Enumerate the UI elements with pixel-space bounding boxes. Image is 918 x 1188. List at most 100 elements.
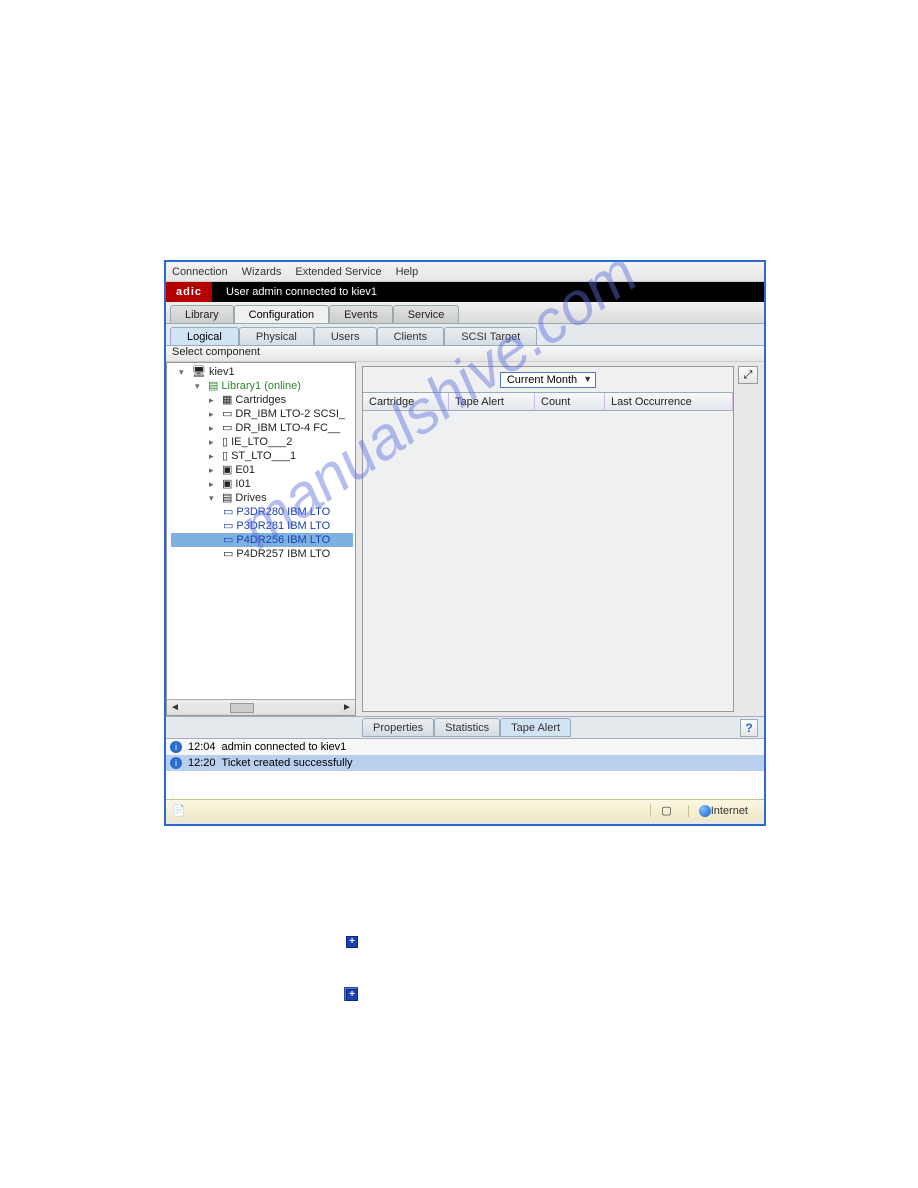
status-doc-icon: 📄	[172, 804, 186, 817]
title-bar: adic User admin connected to kiev1	[166, 282, 764, 302]
tape-icon: ▭	[223, 533, 233, 547]
grid-header-row: Cartridge Tape Alert Count Last Occurren…	[363, 393, 733, 411]
main-split: ▾ 🖥 kiev1 ▾ ▤ Library1 (online) ▸ ▦ Cart…	[166, 362, 764, 716]
status-zone: Internet	[688, 805, 758, 817]
tab-scsi-target[interactable]: SCSI Target	[444, 327, 537, 345]
library-icon: ▤	[208, 379, 218, 393]
menu-extended-service[interactable]: Extended Service	[295, 266, 381, 278]
side-buttons: ⤢	[738, 366, 760, 712]
tape-icon: ▭	[223, 547, 233, 561]
drive-icon: ▭	[222, 407, 232, 421]
period-dropdown[interactable]: Current Month	[500, 372, 596, 388]
scroll-left-arrow[interactable]: ◄	[167, 702, 183, 713]
tab-service[interactable]: Service	[393, 305, 460, 323]
log-time: 12:04	[188, 741, 216, 753]
expand-icon[interactable]: ▾	[209, 491, 219, 505]
tab-clients[interactable]: Clients	[377, 327, 445, 345]
tree-item-label: Drives	[235, 491, 266, 505]
expand-icon[interactable]: ▸	[209, 477, 219, 491]
tree-cartridges[interactable]: ▸ ▦ Cartridges	[171, 393, 353, 407]
tree-item-label: DR_IBM LTO-4 FC__	[235, 421, 340, 435]
expand-icon[interactable]: ▸	[209, 435, 219, 449]
scroll-track[interactable]	[183, 703, 339, 713]
tree-drives[interactable]: ▾ ▤ Drives	[171, 491, 353, 505]
tree-drive-0[interactable]: ▭ P3DR280 IBM LTO	[171, 505, 353, 519]
tab-events[interactable]: Events	[329, 305, 393, 323]
tree-drive-2-selected[interactable]: ▭ P4DR256 IBM LTO	[171, 533, 353, 547]
tree-library[interactable]: ▾ ▤ Library1 (online)	[171, 379, 353, 393]
expand-icon[interactable]: ▾	[195, 379, 205, 393]
tab-tape-alert[interactable]: Tape Alert	[500, 718, 571, 737]
expand-icon[interactable]: ▸	[209, 463, 219, 477]
app-window: Connection Wizards Extended Service Help…	[164, 260, 766, 826]
tree-ie-lto[interactable]: ▸ ▯ IE_LTO___2	[171, 435, 353, 449]
scroll-right-arrow[interactable]: ►	[339, 702, 355, 713]
tree-i01[interactable]: ▸ ▣ I01	[171, 477, 353, 491]
node-icon: ▣	[222, 463, 232, 477]
help-button[interactable]: ?	[740, 719, 758, 737]
brand-logo: adic	[166, 282, 212, 302]
log-text: admin connected to kiev1	[222, 741, 347, 753]
slot-icon: ▯	[222, 435, 228, 449]
tree-item-label: E01	[235, 463, 255, 477]
info-icon: i	[170, 741, 182, 753]
drives-icon: ▤	[222, 491, 232, 505]
server-icon: 🖥	[192, 365, 206, 379]
menu-connection[interactable]: Connection	[172, 266, 228, 278]
add-multiple-icon: +	[346, 984, 362, 1000]
tree-st-lto[interactable]: ▸ ▯ ST_LTO___1	[171, 449, 353, 463]
tab-properties[interactable]: Properties	[362, 718, 434, 737]
tab-users[interactable]: Users	[314, 327, 377, 345]
select-component-label: Select component	[166, 346, 764, 362]
title-message: User admin connected to kiev1	[226, 286, 377, 298]
menu-wizards[interactable]: Wizards	[242, 266, 282, 278]
expand-icon[interactable]: ▸	[209, 449, 219, 463]
tab-logical[interactable]: Logical	[170, 327, 239, 345]
tape-icon: ▭	[223, 505, 233, 519]
detail-tabs-bar: Properties Statistics Tape Alert ?	[166, 716, 764, 738]
tape-icon: ▭	[223, 519, 233, 533]
expand-icon[interactable]: ▾	[179, 365, 189, 379]
tab-library[interactable]: Library	[170, 305, 234, 323]
tree-drive-3[interactable]: ▭ P4DR257 IBM LTO	[171, 547, 353, 561]
tab-configuration[interactable]: Configuration	[234, 305, 329, 323]
menubar: Connection Wizards Extended Service Help	[166, 262, 764, 282]
tree-dr-lto2[interactable]: ▸ ▭ DR_IBM LTO-2 SCSI_	[171, 407, 353, 421]
tree-item-label: IE_LTO___2	[231, 435, 292, 449]
primary-tabs: Library Configuration Events Service	[166, 302, 764, 324]
menu-help[interactable]: Help	[396, 266, 419, 278]
tree-e01[interactable]: ▸ ▣ E01	[171, 463, 353, 477]
expand-icon[interactable]: ▸	[209, 407, 219, 421]
log-line[interactable]: i 12:04 admin connected to kiev1	[166, 739, 764, 755]
right-pane: Current Month Cartridge Tape Alert Count…	[356, 362, 764, 716]
log-text: Ticket created successfully	[222, 757, 353, 769]
window-icon: ▢	[661, 804, 671, 817]
slot-icon: ▯	[222, 449, 228, 463]
col-count[interactable]: Count	[535, 393, 605, 410]
expand-icon[interactable]: ▸	[209, 393, 219, 407]
grid-body-empty	[363, 411, 733, 711]
grid-panel: Current Month Cartridge Tape Alert Count…	[362, 366, 734, 712]
tree-drive-label: P4DR256 IBM LTO	[236, 533, 330, 547]
scroll-thumb[interactable]	[230, 703, 254, 713]
tree-root[interactable]: ▾ 🖥 kiev1	[171, 365, 353, 379]
info-icon: i	[170, 757, 182, 769]
status-cell: ▢	[650, 804, 681, 817]
grid-toolbar: Current Month	[363, 367, 733, 393]
col-cartridge[interactable]: Cartridge	[363, 393, 449, 410]
col-last-occurrence[interactable]: Last Occurrence	[605, 393, 733, 410]
expand-view-button[interactable]: ⤢	[738, 366, 758, 384]
log-padding	[166, 771, 764, 799]
tab-physical[interactable]: Physical	[239, 327, 314, 345]
tree-library-label: Library1 (online)	[221, 379, 300, 393]
expand-icon[interactable]: ▸	[209, 421, 219, 435]
cartridge-icon: ▦	[222, 393, 232, 407]
tree-dr-lto4[interactable]: ▸ ▭ DR_IBM LTO-4 FC__	[171, 421, 353, 435]
tree-drive-1[interactable]: ▭ P3DR281 IBM LTO	[171, 519, 353, 533]
tree-horizontal-scrollbar[interactable]: ◄ ►	[167, 699, 355, 715]
drive-icon: ▭	[222, 421, 232, 435]
log-line-selected[interactable]: i 12:20 Ticket created successfully	[166, 755, 764, 771]
col-tape-alert[interactable]: Tape Alert	[449, 393, 535, 410]
tab-statistics[interactable]: Statistics	[434, 718, 500, 737]
tree-item-label: DR_IBM LTO-2 SCSI_	[235, 407, 345, 421]
